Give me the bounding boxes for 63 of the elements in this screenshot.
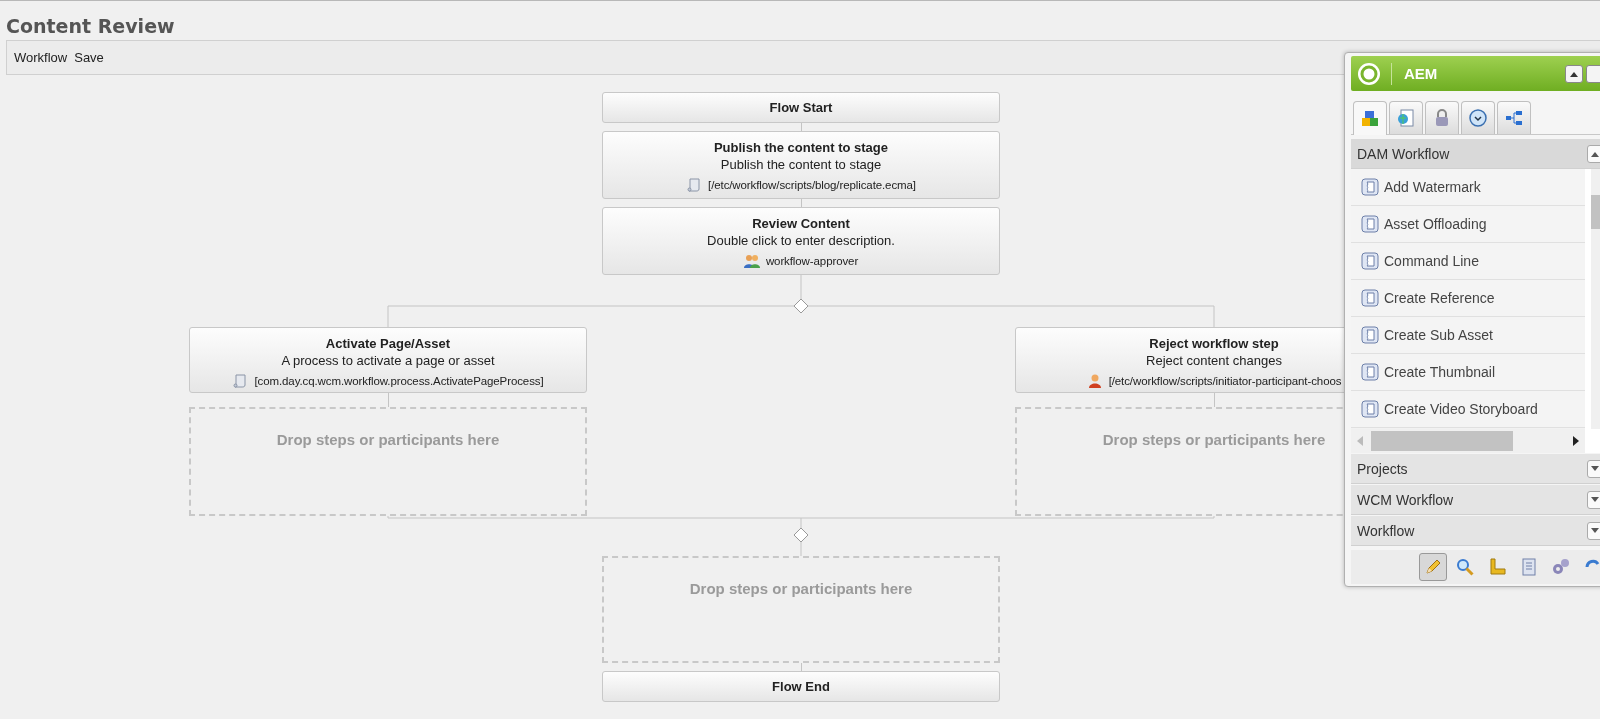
step-title: Publish the content to stage	[713, 139, 889, 156]
accordion-header[interactable]: Workflow	[1351, 516, 1600, 546]
scroll-icon	[1361, 289, 1379, 307]
scroll-icon	[1361, 363, 1379, 381]
user-icon	[1086, 373, 1103, 389]
step-node[interactable]: Activate Page/Asset A process to activate a page or asset [com.day.cq.wcm.workflow.process.ActivatePageProcess]	[189, 327, 587, 393]
accordion-label: Projects	[1357, 460, 1408, 477]
tree-icon	[1504, 108, 1524, 128]
horizontal-scrollbar[interactable]	[1351, 429, 1585, 453]
step-description: Publish the content to stage	[720, 156, 882, 173]
arrow-right-icon[interactable]	[1573, 436, 1579, 446]
palette-tab[interactable]	[1425, 101, 1459, 134]
clock-icon	[1468, 108, 1488, 128]
scroll-icon	[1361, 326, 1379, 344]
collapse-button[interactable]	[1565, 64, 1583, 83]
accordion-label: DAM Workflow	[1357, 145, 1450, 162]
step-title: Activate Page/Asset	[325, 335, 451, 352]
step-title: Review Content	[752, 215, 850, 232]
users-icon	[743, 253, 760, 269]
palette-tab[interactable]	[1389, 101, 1423, 134]
pencil-icon[interactable]	[1419, 553, 1447, 581]
toolbar-menu-item[interactable]: Save	[74, 50, 104, 65]
blocks-icon	[1360, 108, 1380, 129]
accordion-header[interactable]: DAM Workflow	[1351, 139, 1600, 169]
palette-title: AEM	[1404, 65, 1439, 82]
palette-tab[interactable]	[1461, 101, 1495, 134]
expand-toggle[interactable]	[1587, 459, 1600, 478]
caret-icon	[1591, 150, 1599, 157]
scroll-icon	[1361, 178, 1379, 196]
accordion-header[interactable]: WCM Workflow	[1351, 485, 1600, 515]
page-title: Content Review	[5, 14, 176, 38]
step-node[interactable]: Review Content Double click to enter description. workflow-approver	[602, 207, 1000, 275]
palette-tab[interactable]	[1353, 101, 1387, 135]
expand-toggle[interactable]	[1587, 144, 1600, 163]
step-detail: [/etc/workflow/scripts/blog/replicate.ecma]	[708, 178, 916, 193]
scroll-icon	[1361, 215, 1379, 233]
step-description: A process to activate a page or asset	[281, 352, 495, 369]
globe-page-icon	[1396, 108, 1416, 128]
step-detail: [com.day.cq.wcm.workflow.process.ActivatePageProcess]	[254, 374, 544, 389]
step-title: Reject workflow step	[1149, 335, 1279, 352]
caret-icon	[1591, 527, 1599, 534]
toolbar-menu-item[interactable]: Workflow	[14, 50, 68, 65]
expand-toggle[interactable]	[1587, 521, 1600, 540]
caret-icon	[1591, 465, 1599, 472]
scroll-icon	[686, 177, 703, 193]
expand-toggle[interactable]	[1587, 490, 1600, 509]
lifebuoy-icon	[1357, 61, 1381, 86]
flow-end-node[interactable]: Flow End	[602, 671, 1000, 702]
accordion-header[interactable]: Projects	[1351, 454, 1600, 484]
caret-icon	[1591, 496, 1599, 503]
step-detail: [/etc/workflow/scripts/initiator-participant-choos	[1108, 374, 1342, 389]
scroll-icon	[1361, 252, 1379, 270]
step-description: Double click to enter description.	[707, 232, 895, 249]
step-description: Reject content changes	[1146, 352, 1282, 369]
caret-up-icon	[1570, 70, 1578, 77]
accordion-label: Workflow	[1357, 522, 1415, 539]
step-detail: workflow-approver	[765, 254, 859, 269]
scroll-icon	[1361, 400, 1379, 418]
vertical-scrollbar[interactable]	[1591, 169, 1600, 429]
scroll-icon	[232, 373, 249, 389]
flow-start-node[interactable]: Flow Start	[602, 92, 1000, 123]
palette-tab[interactable]	[1497, 101, 1531, 134]
step-node[interactable]: Publish the content to stage Publish the content to stage [/etc/workflow/scripts/blog/replicate.ecma]	[602, 131, 1000, 199]
